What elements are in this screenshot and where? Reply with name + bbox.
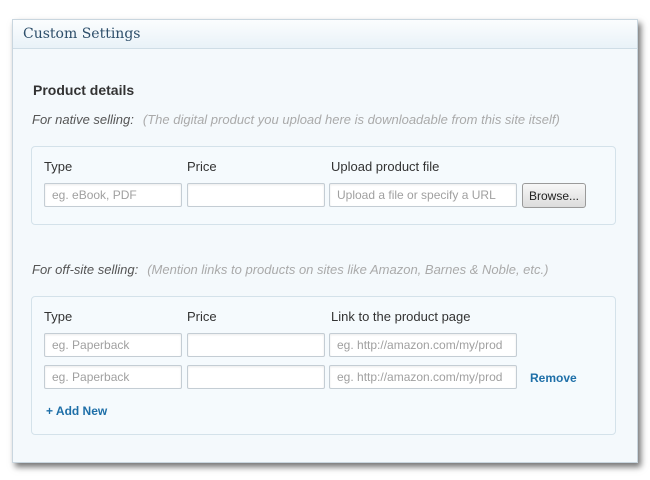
browse-button[interactable]: Browse... <box>522 183 586 208</box>
native-price-input[interactable] <box>187 183 325 207</box>
offsite-row2-link-input[interactable] <box>329 365 517 389</box>
custom-settings-panel: Custom Settings Product details For nati… <box>12 19 638 463</box>
remove-row-button[interactable]: Remove <box>530 371 577 385</box>
native-file-header: Upload product file <box>331 159 440 174</box>
offsite-selling-hint: (Mention links to products on sites like… <box>147 262 549 277</box>
offsite-row2-type-input[interactable] <box>44 365 182 389</box>
panel-title: Custom Settings <box>23 26 141 42</box>
offsite-type-header: Type <box>44 309 73 324</box>
native-type-header: Type <box>44 159 73 174</box>
offsite-selling-line: For off-site selling: (Mention links to p… <box>32 262 548 277</box>
native-selling-box: Type Price Upload product file Browse... <box>31 146 616 225</box>
native-selling-label: For native selling: <box>32 112 134 127</box>
offsite-link-header: Link to the product page <box>331 309 471 324</box>
offsite-row1-price-input[interactable] <box>187 333 325 357</box>
native-file-input[interactable] <box>329 183 517 207</box>
offsite-row1-type-input[interactable] <box>44 333 182 357</box>
panel-header: Custom Settings <box>13 20 637 49</box>
offsite-row1-link-input[interactable] <box>329 333 517 357</box>
add-new-button[interactable]: + Add New <box>46 404 107 418</box>
offsite-row2-price-input[interactable] <box>187 365 325 389</box>
native-selling-line: For native selling: (The digital product … <box>32 112 560 127</box>
offsite-price-header: Price <box>187 309 217 324</box>
native-price-header: Price <box>187 159 217 174</box>
native-selling-hint: (The digital product you upload here is … <box>142 112 560 127</box>
native-type-input[interactable] <box>44 183 182 207</box>
product-details-heading: Product details <box>33 82 135 98</box>
offsite-selling-box: Type Price Link to the product page Remo… <box>31 296 616 435</box>
offsite-selling-label: For off-site selling: <box>32 262 139 277</box>
